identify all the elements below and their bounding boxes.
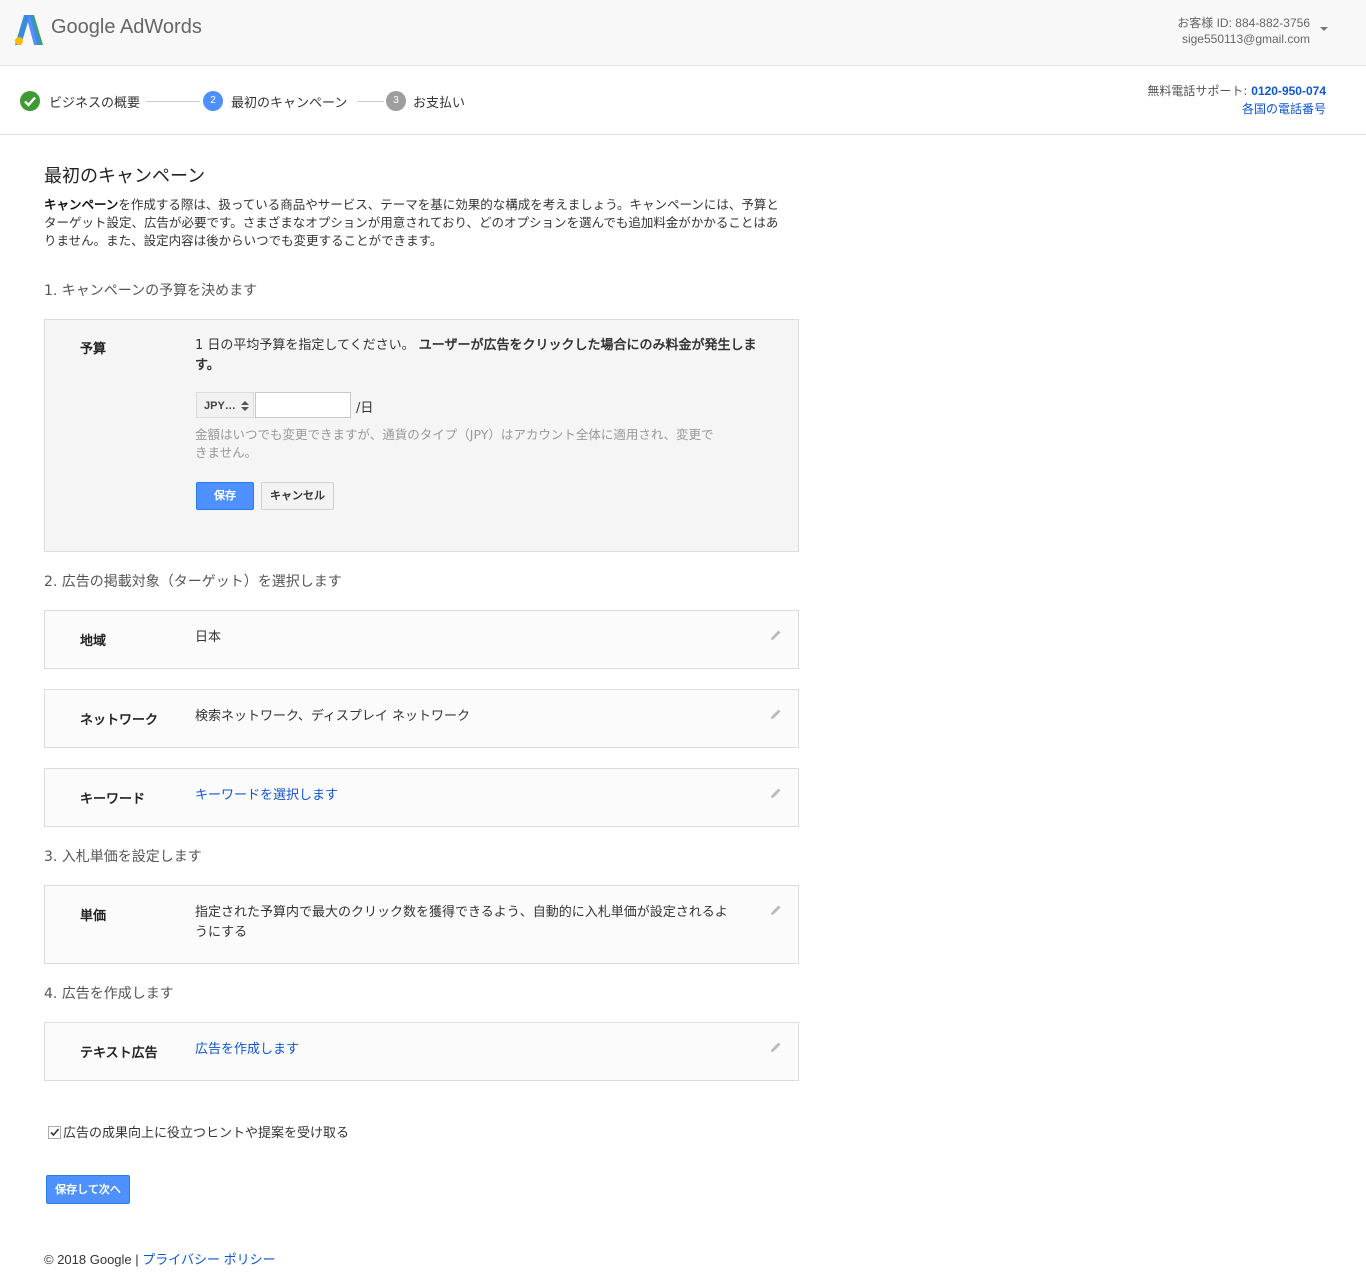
cancel-button[interactable]: キャンセル bbox=[261, 482, 334, 510]
step-business-overview: ビジネスの概要 bbox=[49, 96, 141, 111]
pencil-icon[interactable] bbox=[770, 787, 782, 799]
step-connector bbox=[357, 101, 384, 102]
caret-down-icon[interactable] bbox=[1320, 27, 1328, 31]
budget-card: 予算 1 日の平均予算を指定してください。 ユーザーが広告をクリックした場合にの… bbox=[44, 319, 799, 552]
section-budget-title: 1. キャンペーンの予算を決めます bbox=[44, 283, 258, 299]
up-down-arrows-icon bbox=[241, 401, 249, 411]
support-label: 無料電話サポート: bbox=[1147, 84, 1252, 98]
footer: © 2018 Google | プライバシー ポリシー bbox=[44, 1249, 276, 1268]
region-card[interactable]: 地域 日本 bbox=[44, 610, 799, 669]
currency-select[interactable]: JPY… bbox=[196, 392, 254, 418]
account-menu[interactable]: お客様 ID: 884-882-3756 sige550113@gmail.co… bbox=[1177, 15, 1310, 47]
intro-rest: を作成する際は、扱っている商品やサービス、テーマを基に効果的な構成を考えましょう… bbox=[44, 197, 779, 248]
select-keywords-link[interactable]: キーワードを選択します bbox=[195, 786, 338, 806]
intro-text: キャンペーンを作成する際は、扱っている商品やサービス、テーマを基に効果的な構成を… bbox=[44, 196, 789, 250]
region-label: 地域 bbox=[80, 634, 107, 649]
section-target-title: 2. 広告の掲載対象（ターゲット）を選択します bbox=[44, 574, 342, 590]
step-number-badge: 3 bbox=[386, 91, 406, 111]
currency-value: JPY… bbox=[204, 400, 236, 412]
budget-instruction: 1 日の平均予算を指定してください。 ユーザーが広告をクリックした場合にのみ料金… bbox=[195, 336, 765, 376]
checkmark-icon bbox=[20, 91, 40, 111]
keyword-label: キーワード bbox=[80, 792, 146, 807]
pencil-icon[interactable] bbox=[770, 708, 782, 720]
step-number-badge: 2 bbox=[203, 91, 223, 111]
text-ad-label: テキスト広告 bbox=[80, 1046, 158, 1061]
save-button[interactable]: 保存 bbox=[196, 482, 254, 510]
logo-text[interactable]: Google AdWords bbox=[51, 16, 202, 39]
top-header: Google AdWords お客様 ID: 884-882-3756 sige… bbox=[0, 0, 1366, 66]
tips-checkbox[interactable] bbox=[48, 1126, 61, 1139]
bid-card[interactable]: 単価 指定された予算内で最大のクリック数を獲得できるよう、自動的に入札単価が設定… bbox=[44, 885, 799, 964]
daily-budget-input[interactable] bbox=[255, 392, 351, 418]
checkmark-icon bbox=[50, 1128, 60, 1137]
save-and-next-button[interactable]: 保存して次へ bbox=[46, 1175, 130, 1204]
currency-hint: 金額はいつでも変更できますが、通貨のタイプ（JPY）はアカウント全体に適用され、… bbox=[195, 427, 714, 460]
copyright-text: © 2018 Google | bbox=[44, 1252, 143, 1267]
create-ad-link[interactable]: 広告を作成します bbox=[195, 1040, 299, 1060]
section-ad-title: 4. 広告を作成します bbox=[44, 986, 174, 1002]
customer-id: お客様 ID: 884-882-3756 bbox=[1177, 16, 1310, 30]
bid-value: 指定された予算内で最大のクリック数を獲得できるよう、自動的に入札単価が設定される… bbox=[195, 905, 728, 940]
budget-label: 予算 bbox=[80, 342, 107, 357]
keyword-card[interactable]: キーワード キーワードを選択します bbox=[44, 768, 799, 827]
region-value: 日本 bbox=[195, 630, 222, 645]
step-connector bbox=[146, 101, 200, 102]
step-first-campaign: 最初のキャンペーン bbox=[231, 96, 348, 111]
pencil-icon[interactable] bbox=[770, 629, 782, 641]
phone-support: 無料電話サポート: 0120-950-074 各国の電話番号 bbox=[1147, 82, 1326, 118]
page-title: 最初のキャンペーン bbox=[44, 166, 206, 187]
pencil-icon[interactable] bbox=[770, 1041, 782, 1053]
tips-checkbox-label[interactable]: 広告の成果向上に役立つヒントや提案を受け取る bbox=[63, 1122, 349, 1141]
step-payment: お支払い bbox=[413, 96, 466, 111]
section-bid-title: 3. 入札単価を設定します bbox=[44, 849, 202, 865]
bid-label: 単価 bbox=[80, 909, 107, 924]
intro-bold: キャンペーン bbox=[44, 197, 119, 212]
account-email: sige550113@gmail.com bbox=[1181, 32, 1310, 46]
pencil-icon[interactable] bbox=[770, 904, 782, 916]
support-phone: 0120-950-074 bbox=[1251, 84, 1326, 98]
network-card[interactable]: ネットワーク 検索ネットワーク、ディスプレイ ネットワーク bbox=[44, 689, 799, 748]
instruction-normal: 1 日の平均予算を指定してください。 bbox=[195, 338, 415, 353]
network-value: 検索ネットワーク、ディスプレイ ネットワーク bbox=[195, 709, 471, 724]
network-label: ネットワーク bbox=[80, 713, 159, 728]
progress-steps: ビジネスの概要 2 最初のキャンペーン 3 お支払い 無料電話サポート: 012… bbox=[0, 66, 1366, 135]
per-day-label: /日 bbox=[356, 401, 374, 416]
adwords-logo-icon[interactable] bbox=[15, 15, 43, 45]
country-phone-link[interactable]: 各国の電話番号 bbox=[1147, 100, 1326, 118]
text-ad-card[interactable]: テキスト広告 広告を作成します bbox=[44, 1022, 799, 1081]
privacy-policy-link[interactable]: プライバシー ポリシー bbox=[142, 1252, 275, 1267]
